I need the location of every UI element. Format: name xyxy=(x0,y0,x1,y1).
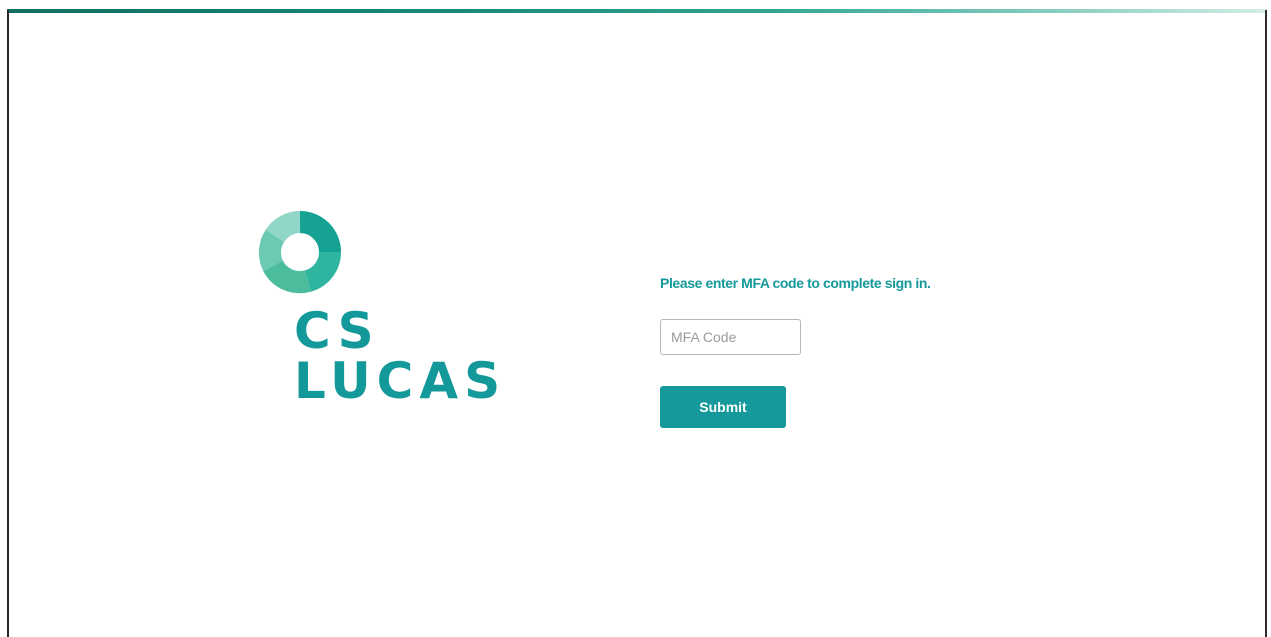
logo-wordmark: CS LUCAS xyxy=(294,306,506,410)
mfa-prompt-text: Please enter MFA code to complete sign i… xyxy=(660,275,931,291)
logo-text-lucas: LUCAS xyxy=(294,352,507,410)
page-frame: CS LUCAS Please enter MFA code to comple… xyxy=(0,0,1271,637)
mfa-form: Please enter MFA code to complete sign i… xyxy=(660,272,1020,428)
top-accent-bar xyxy=(7,9,1267,13)
window-border-left xyxy=(7,10,9,637)
mfa-code-input[interactable] xyxy=(660,319,801,355)
company-logo: CS LUCAS xyxy=(258,210,548,420)
logo-text-cs: CS xyxy=(294,302,380,360)
submit-button[interactable]: Submit xyxy=(660,386,786,428)
donut-ring-icon xyxy=(258,211,342,294)
window-border-right xyxy=(1265,10,1267,637)
